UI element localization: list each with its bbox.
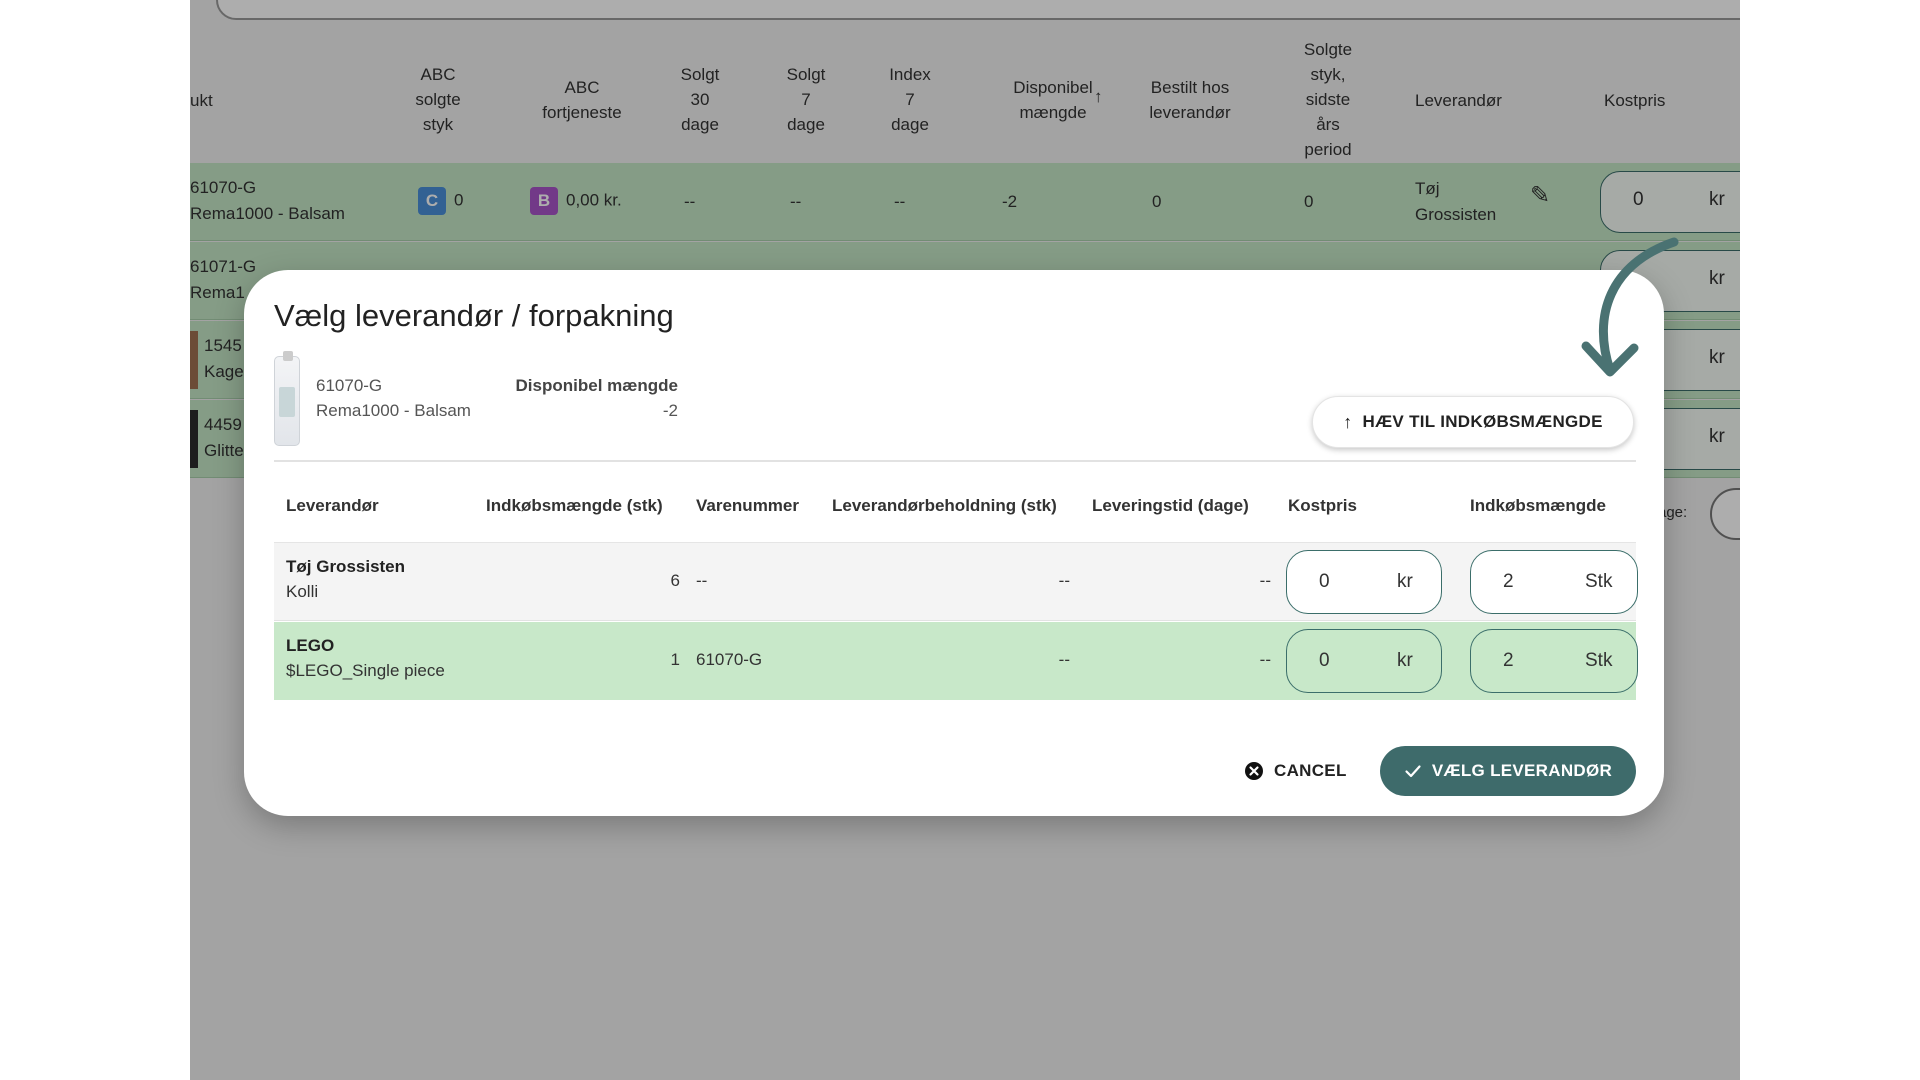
item-number: -- [696,571,708,590]
purchase-qty-input-value: 2 [1503,571,1514,592]
column-header-purchase-qty-stk[interactable]: Indkøbsmængde (stk) [486,496,663,516]
package-name: $LEGO_Single piece [286,661,445,680]
cost-input-value: 0 [1319,650,1330,671]
available-qty-value: -2 [662,401,678,420]
arrow-up-icon: ↑ [1343,411,1353,432]
purchase-qty-input-unit: Stk [1585,571,1613,592]
purchase-qty-stk: 1 [670,650,680,669]
check-icon [1405,765,1421,778]
purchase-qty-input-unit: Stk [1585,650,1613,671]
lead-time: -- [1259,650,1271,669]
column-header-purchase-qty[interactable]: Indkøbsmængde [1470,496,1606,516]
column-header-supplier[interactable]: Leverandør [286,496,379,516]
item-number: 61070-G [696,650,763,669]
cost-input-unit: kr [1397,650,1413,671]
package-name: Kolli [286,582,319,601]
cost-input-value: 0 [1319,571,1330,592]
column-header-supplier-stock[interactable]: Leverandørbeholdning (stk) [832,496,1057,516]
supplier-name: Tøj Grossisten [286,557,406,576]
choose-button-label: VÆLG LEVERANDØR [1431,761,1613,780]
cancel-button[interactable]: CANCEL [1244,746,1347,796]
cost-input[interactable]: 0 kr [1286,550,1442,614]
supplier-stock: -- [1058,650,1070,669]
product-name: Rema1000 - Balsam [316,401,471,420]
choose-supplier-dialog: Vælg leverandør / forpakning 61070-G Rem… [244,270,1664,816]
purchase-qty-input-value: 2 [1503,650,1514,671]
supplier-row[interactable]: Tøj Grossisten Kolli 6 -- -- -- 0 kr 2 S… [274,543,1638,621]
purchase-qty-input[interactable]: 2 Stk [1470,550,1638,614]
annotation-arrow-icon [1581,237,1679,377]
raise-to-purchase-qty-button[interactable]: ↑ HÆV TIL INDKØBSMÆNGDE [1312,396,1634,448]
column-header-item-number[interactable]: Varenummer [696,496,799,516]
lead-time: -- [1259,571,1271,590]
supplier-stock: -- [1058,571,1070,590]
close-circle-icon [1245,762,1263,780]
supplier-table-header: Leverandør Indkøbsmængde (stk) Varenumme… [274,496,1636,544]
product-image [274,351,300,446]
column-header-cost[interactable]: Kostpris [1288,496,1357,516]
choose-supplier-button[interactable]: VÆLG LEVERANDØR [1380,746,1636,796]
cost-input[interactable]: 0 kr [1286,629,1442,693]
supplier-row-selected[interactable]: LEGO $LEGO_Single piece 1 61070-G -- -- … [274,622,1638,700]
dialog-title: Vælg leverandør / forpakning [274,298,674,333]
cost-input-unit: kr [1397,571,1413,592]
column-header-lead-time[interactable]: Leveringstid (dage) [1092,496,1249,516]
app-frame: ukt ABC solgte styk ABC fortjeneste Solg… [190,0,1740,1080]
purchase-qty-stk: 6 [670,571,680,590]
product-sku: 61070-G [316,376,383,395]
raise-button-label: HÆV TIL INDKØBSMÆNGDE [1362,412,1603,431]
cancel-button-label: CANCEL [1274,761,1347,780]
divider [274,460,1636,462]
supplier-name: LEGO [286,636,335,655]
available-qty-label: Disponibel mængde [515,376,678,395]
purchase-qty-input[interactable]: 2 Stk [1470,629,1638,693]
